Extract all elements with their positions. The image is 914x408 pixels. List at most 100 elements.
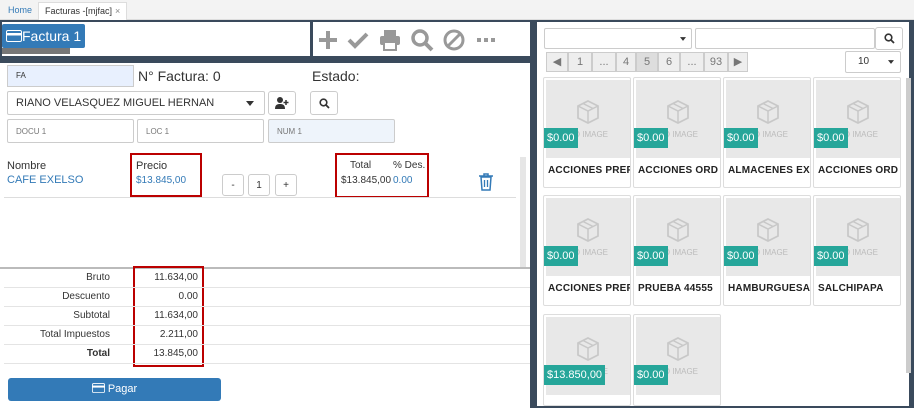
total-value: 13.845,00 <box>153 348 199 359</box>
bruto-label: Bruto <box>86 272 110 283</box>
product-price-badge: $13.850,00 <box>544 365 606 385</box>
close-icon[interactable]: × <box>115 6 120 16</box>
decrease-qty-button[interactable]: - <box>222 174 244 196</box>
check-icon[interactable] <box>345 27 371 53</box>
product-card[interactable]: NO IMAGE $0.00 PRUEBA 44555 <box>633 195 721 306</box>
credit-card-icon <box>91 383 105 393</box>
product-name: CAFE EXELSO <box>7 174 84 186</box>
nombre-header: Nombre <box>7 160 47 172</box>
toolbar <box>313 22 530 56</box>
descuento-value: 0.00 <box>178 291 198 302</box>
impuestos-row: Total Impuestos 2.211,00 <box>4 326 530 345</box>
search-icon[interactable] <box>409 27 435 53</box>
customer-select[interactable]: RIANO VELASQUEZ MIGUEL HERNAN <box>7 91 265 115</box>
line-total: $13.845,00 <box>341 175 392 186</box>
tab-facturas-label: Facturas -[mjfac] <box>45 6 113 16</box>
search-icon <box>883 33 895 44</box>
product-card-name: ALMACENES EX <box>728 165 810 176</box>
product-price-badge: $0.00 <box>544 128 578 148</box>
prev-page-button[interactable]: ◀ <box>546 52 568 72</box>
ban-icon[interactable] <box>441 27 467 53</box>
pay-button[interactable]: Pagar <box>8 378 221 401</box>
box-icon <box>847 217 869 243</box>
box-icon <box>577 99 599 125</box>
box-icon <box>667 217 689 243</box>
product-card[interactable]: NO IMAGE $0.00 ALMACENES EX <box>723 77 811 188</box>
product-card-name: SALCHIPAPA <box>818 283 884 294</box>
impuestos-label: Total Impuestos <box>39 329 110 340</box>
product-card-name: ACCIONES ORD <box>818 165 899 176</box>
qty-input[interactable]: 1 <box>248 174 270 196</box>
tab-bar: Home Facturas -[mjfac] × <box>0 0 914 20</box>
credit-card-icon <box>6 30 22 42</box>
caret-down-icon <box>888 60 894 64</box>
increase-qty-button[interactable]: + <box>275 174 297 196</box>
line-divider <box>4 197 516 198</box>
items-scrollbar[interactable] <box>520 157 526 267</box>
page-6[interactable]: 6 <box>658 52 680 72</box>
product-card[interactable]: NO IMAGE $0.00 ACCIONES ORD <box>633 77 721 188</box>
search-icon <box>318 97 330 109</box>
descuento-label: Descuento <box>62 291 110 302</box>
catalog-scrollbar[interactable] <box>906 78 911 373</box>
more-icon[interactable] <box>473 27 499 53</box>
factura-number-label: N° Factura: 0 <box>138 68 221 84</box>
print-icon[interactable] <box>377 27 403 53</box>
loc-input[interactable]: LOC 1 <box>137 119 264 143</box>
product-card[interactable]: NO IMAGE$13.850,00 <box>543 314 631 406</box>
product-price-badge: $0.00 <box>634 365 668 385</box>
tab-home[interactable]: Home <box>2 2 38 20</box>
customer-value: RIANO VELASQUEZ MIGUEL HERNAN <box>16 97 215 109</box>
product-card[interactable]: NO IMAGE $0.00 HAMBURGUESA <box>723 195 811 306</box>
estado-label: Estado: <box>312 68 360 84</box>
bruto-row: Bruto 11.634,00 <box>4 269 530 288</box>
page-size-select[interactable]: 10 <box>845 51 901 73</box>
precio-header: Precio <box>136 160 168 172</box>
num-input[interactable]: NUM 1 <box>268 119 395 143</box>
subtotal-row: Subtotal 11.634,00 <box>4 307 530 326</box>
product-price-badge: $0.00 <box>814 246 848 266</box>
product-price-badge: $0.00 <box>724 128 758 148</box>
product-price-badge: $0.00 <box>634 128 668 148</box>
search-customer-button[interactable] <box>310 91 338 115</box>
product-search-input[interactable] <box>695 28 875 49</box>
total-header: Total <box>350 160 372 171</box>
category-select[interactable] <box>544 28 692 49</box>
subtotal-label: Subtotal <box>73 310 110 321</box>
product-price[interactable]: $13.845,00 <box>136 175 186 186</box>
user-plus-icon <box>275 97 289 109</box>
box-icon <box>577 217 599 243</box>
page-ellipsis-1: ... <box>592 52 616 72</box>
page-4[interactable]: 4 <box>616 52 636 72</box>
product-card[interactable]: NO IMAGE $0.00 ACCIONES PREF <box>543 195 631 306</box>
page-size-value: 10 <box>858 56 870 67</box>
discount-header: % Des. <box>393 160 426 171</box>
bruto-value: 11.634,00 <box>154 272 198 283</box>
box-icon <box>577 336 599 362</box>
product-card-name: HAMBURGUESA <box>728 283 811 294</box>
page-93[interactable]: 93 <box>704 52 728 72</box>
page-title: Factura 1 <box>22 28 82 44</box>
box-icon <box>667 99 689 125</box>
product-card[interactable]: NO IMAGE $0.00 SALCHIPAPA <box>813 195 901 306</box>
product-card[interactable]: NO IMAGE $0.00 ACCIONES ORD <box>813 77 901 188</box>
tab-facturas[interactable]: Facturas -[mjfac] × <box>38 2 128 20</box>
product-card[interactable]: NO IMAGE $0.00 <box>633 314 721 406</box>
descuento-row: Descuento 0.00 <box>4 288 530 307</box>
box-icon <box>757 99 779 125</box>
product-search-button[interactable] <box>875 27 903 50</box>
product-card[interactable]: NO IMAGE $0.00 ACCIONES PREF <box>543 77 631 188</box>
line-discount[interactable]: 0.00 <box>393 175 412 186</box>
pay-button-label: Pagar <box>107 383 138 395</box>
doc-type-input[interactable]: FA <box>7 65 134 87</box>
product-card-name: PRUEBA 44555 <box>638 283 713 294</box>
trash-icon[interactable] <box>478 173 494 191</box>
docu-input[interactable]: DOCU 1 <box>7 119 134 143</box>
product-price-badge: $0.00 <box>724 246 758 266</box>
add-icon[interactable] <box>315 27 341 53</box>
page-5-active[interactable]: 5 <box>636 52 658 72</box>
impuestos-value: 2.211,00 <box>159 329 198 340</box>
next-page-button[interactable]: ▶ <box>728 52 748 72</box>
add-customer-button[interactable] <box>268 91 296 115</box>
page-1[interactable]: 1 <box>568 52 592 72</box>
